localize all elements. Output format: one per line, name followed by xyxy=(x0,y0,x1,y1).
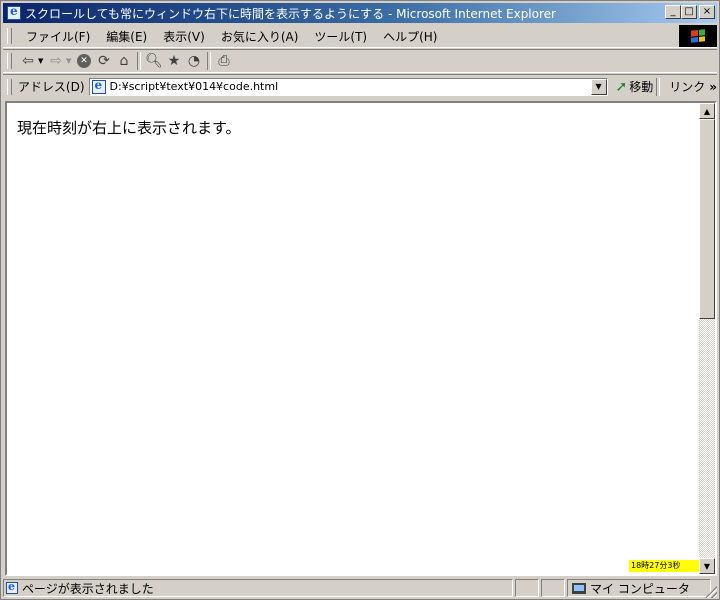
forward-arrow-icon[interactable]: ⇨ xyxy=(46,51,66,71)
status-bar: ページが表示されました マイ コンピュータ xyxy=(3,578,717,598)
windows-logo xyxy=(679,25,717,47)
menu-grip[interactable] xyxy=(7,28,12,44)
clock-display: 18時27分3秒 xyxy=(629,560,699,572)
page-content: 現在時刻が右上に表示されます。 18時27分3秒 xyxy=(7,103,699,574)
links-label: リンク xyxy=(669,80,706,94)
toolbar-separator xyxy=(207,52,211,70)
computer-icon xyxy=(572,582,586,594)
scroll-down-button[interactable]: ▼ xyxy=(699,558,715,574)
print-icon[interactable]: ⎙ xyxy=(214,51,234,71)
close-button[interactable]: × xyxy=(699,5,715,19)
status-page-icon xyxy=(6,580,18,594)
status-security-panel xyxy=(541,579,565,597)
address-dropdown-button[interactable]: ▼ xyxy=(590,78,607,95)
address-separator xyxy=(656,77,661,96)
menu-help[interactable]: ヘルプ(H) xyxy=(375,28,445,45)
page-viewport: 現在時刻が右上に表示されます。 18時27分3秒 ▲ ▼ xyxy=(5,101,717,576)
page-text: 現在時刻が右上に表示されます。 xyxy=(17,119,241,137)
menu-file[interactable]: ファイル(F) xyxy=(18,28,98,45)
scroll-thumb[interactable] xyxy=(699,119,715,319)
home-icon[interactable]: ⌂ xyxy=(114,51,134,71)
forward-dropdown[interactable]: ▼ xyxy=(66,57,74,65)
window-title: スクロールしても常にウィンドウ右下に時間を表示するようにする - Microso… xyxy=(25,6,556,21)
stop-icon[interactable]: ✕ xyxy=(74,51,94,71)
links-button[interactable]: リンク » xyxy=(669,78,717,95)
toolbar-grip[interactable] xyxy=(7,53,12,69)
go-button[interactable]: ➚ 移動 xyxy=(616,78,654,95)
refresh-icon[interactable]: ⟳ xyxy=(94,51,114,71)
menu-bar: ファイル(F) 編集(E) 表示(V) お気に入り(A) ツール(T) ヘルプ(… xyxy=(3,25,717,48)
address-bar: アドレス(D) D:¥script¥text¥014¥code.html ▼ ➚… xyxy=(3,74,717,98)
status-zone-panel: マイ コンピュータ xyxy=(567,579,711,597)
resize-grip[interactable] xyxy=(705,586,717,598)
back-arrow-icon[interactable]: ⇦ xyxy=(18,51,38,71)
menu-tools[interactable]: ツール(T) xyxy=(306,28,375,45)
address-value[interactable]: D:¥script¥text¥014¥code.html xyxy=(110,80,279,93)
minimize-button[interactable]: _ xyxy=(665,5,681,19)
title-bar[interactable]: スクロールしても常にウィンドウ右下に時間を表示するようにする - Microso… xyxy=(3,3,717,23)
address-grip[interactable] xyxy=(7,78,12,95)
scroll-up-button[interactable]: ▲ xyxy=(699,103,715,119)
back-dropdown[interactable]: ▼ xyxy=(38,57,46,65)
toolbar-separator xyxy=(137,52,141,70)
search-icon[interactable]: 🔍︎ xyxy=(144,51,164,71)
go-arrow-icon: ➚ xyxy=(615,78,628,95)
menu-edit[interactable]: 編集(E) xyxy=(98,28,155,45)
status-message: ページが表示されました xyxy=(22,581,154,596)
menu-favorites[interactable]: お気に入り(A) xyxy=(213,28,307,45)
address-label: アドレス(D) xyxy=(17,80,85,94)
standard-toolbar: ⇦ ▼ ⇨ ▼ ✕ ⟳ ⌂ 🔍︎ ★ ◔ ⎙ xyxy=(3,49,717,73)
window-controls: _ □ × xyxy=(665,5,715,19)
status-message-panel: ページが表示されました xyxy=(3,579,513,597)
status-progress-panel xyxy=(515,579,539,597)
menu-view[interactable]: 表示(V) xyxy=(155,28,213,45)
chevron-right-icon: » xyxy=(709,79,717,94)
maximize-button[interactable]: □ xyxy=(681,5,697,19)
address-input[interactable]: D:¥script¥text¥014¥code.html ▼ xyxy=(88,77,608,96)
status-zone: マイ コンピュータ xyxy=(590,581,690,596)
windows-flag-icon xyxy=(691,29,705,43)
browser-window: スクロールしても常にウィンドウ右下に時間を表示するようにする - Microso… xyxy=(0,0,720,600)
go-label: 移動 xyxy=(629,80,654,94)
ie-icon xyxy=(7,4,21,20)
page-icon xyxy=(91,78,106,94)
vertical-scrollbar[interactable]: ▲ ▼ xyxy=(699,103,715,574)
favorites-icon[interactable]: ★ xyxy=(164,51,184,71)
history-icon[interactable]: ◔ xyxy=(184,51,204,71)
